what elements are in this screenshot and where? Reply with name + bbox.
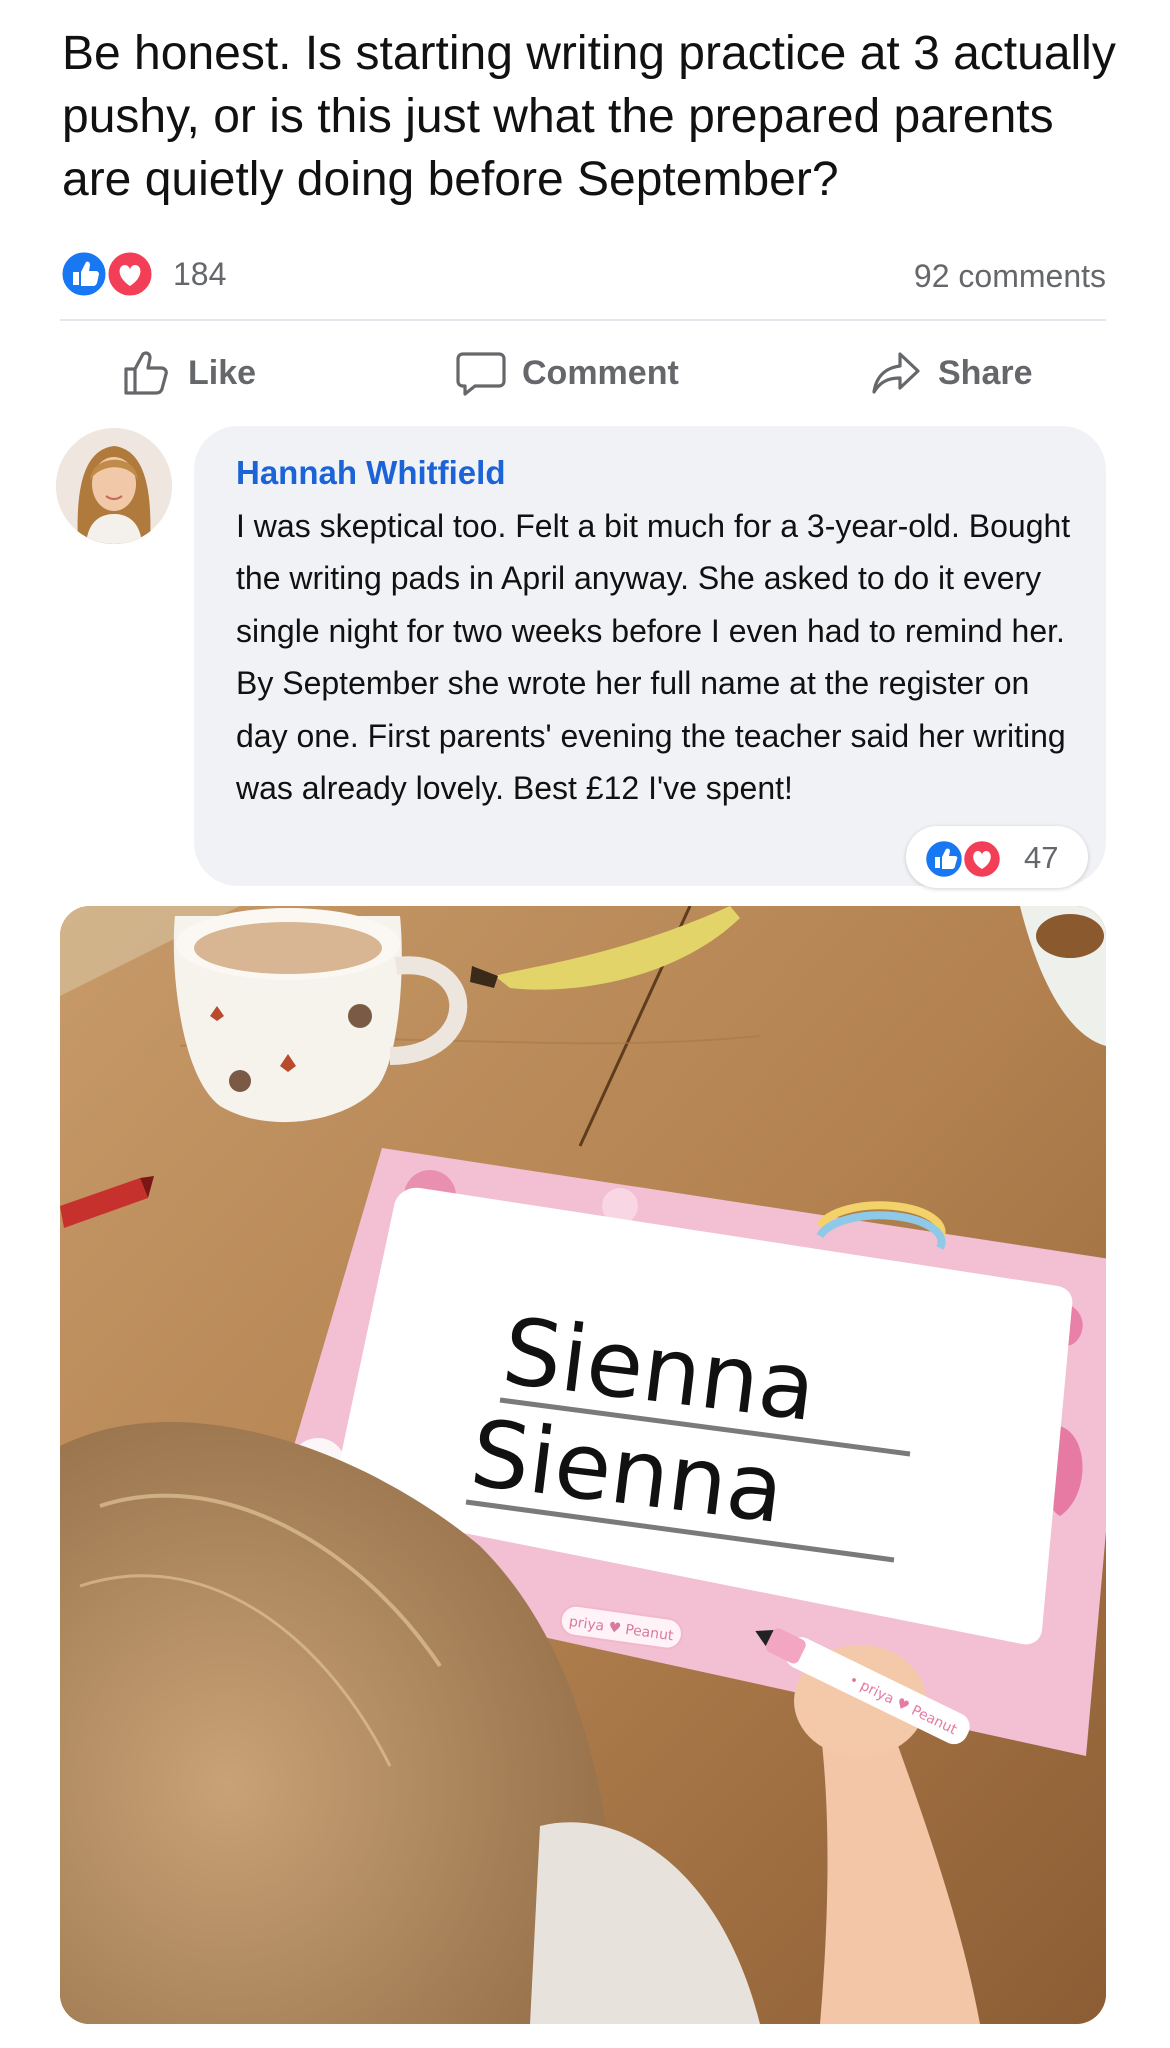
comment-text: I was skeptical too. Felt a bit much for… — [236, 508, 1071, 807]
reaction-summary[interactable]: 184 92 comments — [60, 247, 1106, 303]
avatar-photo — [56, 428, 172, 544]
thumbs-up-icon — [124, 351, 168, 395]
heart-icon — [105, 249, 155, 299]
comment-author[interactable]: Hannah Whitfield — [236, 454, 505, 492]
reaction-count[interactable]: 184 — [173, 256, 226, 293]
comment-reactions[interactable]: 47 — [906, 826, 1088, 888]
heart-icon — [961, 838, 1003, 880]
post-action-bar: Like Comment Share — [60, 335, 1106, 411]
commenter-avatar[interactable] — [56, 428, 172, 544]
comment-bubble: Hannah Whitfield I was skeptical too. Fe… — [194, 426, 1106, 886]
share-button[interactable]: Share — [870, 335, 1033, 411]
like-button[interactable]: Like — [122, 335, 256, 411]
reaction-icons — [60, 249, 155, 299]
share-label: Share — [938, 353, 1033, 392]
share-icon — [872, 352, 920, 394]
comments-count-link[interactable]: 92 comments — [914, 258, 1106, 295]
post-text: Be honest. Is starting writing practice … — [62, 27, 1116, 206]
comment-reaction-icons — [924, 838, 1003, 880]
comment-icon — [456, 352, 506, 396]
tracing-pad-photo: Sienna Sienna priya ♥ Peanut • priya ♥ P… — [60, 906, 1106, 2024]
like-label: Like — [188, 353, 257, 392]
comment-reaction-count: 47 — [1024, 840, 1059, 875]
divider — [60, 319, 1106, 321]
like-icon — [60, 249, 109, 299]
comment-label: Comment — [522, 353, 679, 392]
comment-button[interactable]: Comment — [456, 335, 679, 411]
like-icon — [924, 838, 965, 880]
post-photo[interactable]: Sienna Sienna priya ♥ Peanut • priya ♥ P… — [60, 906, 1106, 2024]
